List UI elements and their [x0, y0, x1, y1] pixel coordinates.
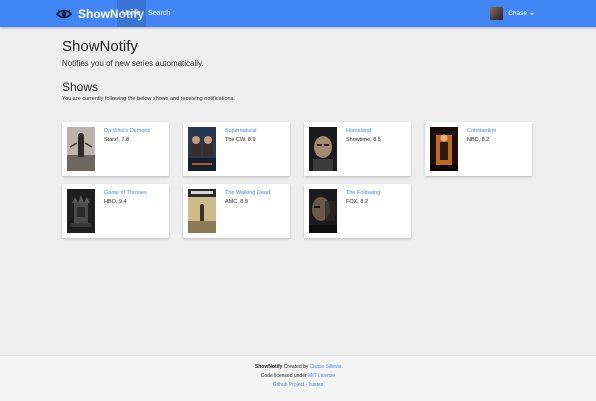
show-title-link[interactable]: Game of Thrones	[104, 190, 147, 196]
license-link[interactable]: MIT License	[308, 373, 335, 379]
user-name: Chase	[508, 10, 527, 17]
show-card[interactable]: Supernatural The CW, 8.9	[183, 122, 290, 176]
nav-search-link[interactable]: Search	[143, 0, 175, 27]
page-title: ShowNotify	[62, 38, 138, 55]
footer-license-text: Code licensed under	[260, 373, 307, 379]
top-navbar: ShowNotify Home Search Chase	[0, 0, 596, 27]
show-title-link[interactable]: The Walking Dead	[225, 190, 270, 196]
footer-links-line: Github Project - Issues	[0, 381, 596, 390]
user-menu[interactable]: Chase	[490, 0, 534, 27]
walking-dead-poster-icon	[188, 189, 216, 233]
show-card[interactable]: Game of Thrones HBO, 9.4	[62, 184, 169, 238]
nav-home-link[interactable]: Home	[117, 0, 146, 27]
show-title-link[interactable]: The Following	[346, 190, 380, 196]
show-network-rating: Starz!, 7.8	[104, 137, 130, 143]
show-title-link[interactable]: Constantine	[467, 128, 496, 134]
footer-separator: -	[305, 382, 308, 388]
da-vinci-poster-icon	[67, 127, 95, 171]
footer-created-by: Created by	[283, 364, 309, 370]
show-card[interactable]: Homeland Showtime, 8.5	[304, 122, 411, 176]
show-card[interactable]: Constantine NBC, 8.2	[425, 122, 532, 176]
footer-brand: ShowNotify	[254, 364, 283, 370]
show-card[interactable]: The Walking Dead AMC, 8.9	[183, 184, 290, 238]
supernatural-poster-icon	[188, 127, 216, 171]
show-network-rating: Showtime, 8.5	[346, 137, 381, 143]
show-title-link[interactable]: Homeland	[346, 128, 371, 134]
show-card[interactable]: Da Vinci's Demons Starz!, 7.8	[62, 122, 169, 176]
game-of-thrones-poster-icon	[67, 189, 95, 233]
show-network-rating: FOX, 8.2	[346, 199, 369, 205]
issues-link[interactable]: Issues	[309, 382, 323, 388]
footer-credit-line: ShowNotify Created by Chase Sillevis	[0, 363, 596, 372]
show-card[interactable]: The Following FOX, 8.2	[304, 184, 411, 238]
page-subtitle: Notifies you of new series automatically…	[62, 59, 204, 68]
homeland-poster-icon	[309, 127, 337, 171]
eye-icon	[56, 8, 72, 20]
footer-license-line: Code licensed under MIT License	[0, 372, 596, 381]
show-network-rating: HBO, 9.4	[104, 199, 127, 205]
shows-section-description: You are currently following the below sh…	[62, 96, 235, 102]
github-project-link[interactable]: Github Project	[273, 382, 305, 388]
shows-section-title: Shows	[62, 80, 99, 94]
following-poster-icon	[309, 189, 337, 233]
footer: ShowNotify Created by Chase Sillevis Cod…	[0, 355, 596, 401]
show-network-rating: The CW, 8.9	[225, 137, 256, 143]
author-link[interactable]: Chase Sillevis	[310, 364, 341, 370]
show-network-rating: AMC, 8.9	[225, 199, 248, 205]
constantine-poster-icon	[430, 127, 458, 171]
show-title-link[interactable]: Supernatural	[225, 128, 257, 134]
show-title-link[interactable]: Da Vinci's Demons	[104, 128, 150, 134]
avatar	[490, 7, 504, 20]
caret-down-icon	[530, 12, 534, 15]
show-network-rating: NBC, 8.2	[467, 137, 490, 143]
